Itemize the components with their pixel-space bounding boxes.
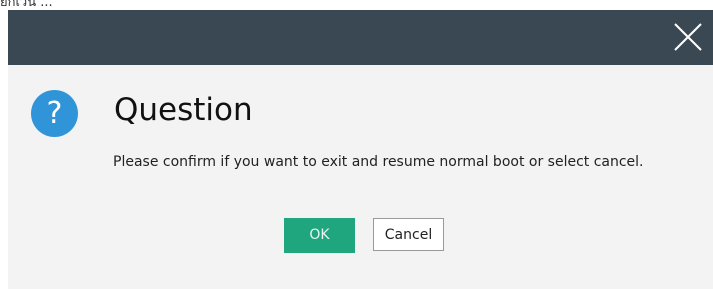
close-icon (674, 23, 702, 51)
background-text-fragment: ยกเว้น ... (0, 0, 53, 10)
question-dialog: ? Question Please confirm if you want to… (8, 10, 713, 289)
close-button[interactable] (669, 18, 707, 56)
dialog-message: Please confirm if you want to exit and r… (113, 154, 644, 170)
ok-button[interactable]: OK (284, 218, 355, 253)
dialog-titlebar (8, 10, 713, 65)
cancel-button[interactable]: Cancel (373, 218, 444, 251)
page: ยกเว้น ... ? Question Please confirm if … (0, 0, 713, 289)
question-icon: ? (31, 90, 78, 137)
dialog-title: Question (114, 92, 253, 128)
